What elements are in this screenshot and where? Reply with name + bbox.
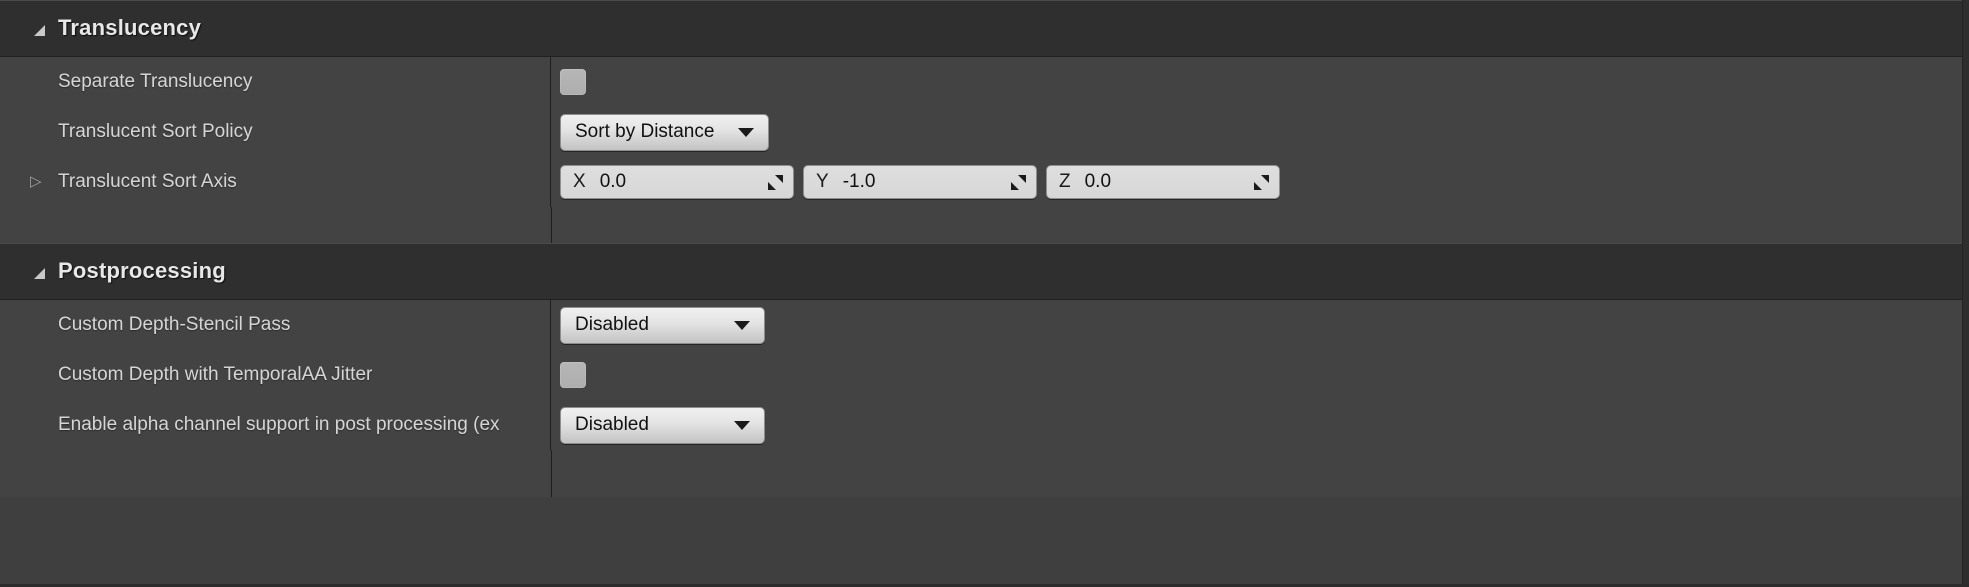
column-divider [551, 450, 552, 497]
section-header-postprocessing[interactable]: Postprocessing [0, 243, 1969, 300]
property-name-cell: Enable alpha channel support in post pro… [0, 400, 551, 450]
panel-scrollbar-track[interactable] [1962, 0, 1969, 587]
row-custom-depth-temporalaa-jitter: Custom Depth with TemporalAA Jitter [0, 350, 1969, 400]
property-value-cell: Sort by Distance [551, 107, 1969, 157]
axis-label-y: Y [816, 171, 829, 192]
property-label-enable-alpha-channel-support: Enable alpha channel support in post pro… [58, 414, 500, 435]
row-translucent-sort-policy: Translucent Sort Policy Sort by Distance [0, 107, 1969, 157]
dropdown-translucent-sort-policy[interactable]: Sort by Distance [560, 113, 770, 151]
dropdown-selected-value: Disabled [575, 414, 649, 435]
row-separate-translucency: Separate Translucency [0, 57, 1969, 107]
property-value-cell [551, 350, 1969, 400]
vector-field-x[interactable]: X 0.0 [560, 165, 794, 199]
dropdown-selected-value: Sort by Distance [575, 121, 715, 142]
axis-label-z: Z [1059, 171, 1071, 192]
property-name-cell: ▷ Translucent Sort Axis [0, 157, 551, 207]
property-label-custom-depth-temporalaa-jitter: Custom Depth with TemporalAA Jitter [58, 364, 373, 385]
details-properties-panel: Translucency Separate Translucency Trans… [0, 0, 1969, 587]
property-name-cell: Custom Depth-Stencil Pass [0, 300, 551, 350]
vector-field-y[interactable]: Y -1.0 [803, 165, 1037, 199]
dropdown-enable-alpha-channel-support[interactable]: Disabled [560, 406, 765, 444]
section-rows-postprocessing: Custom Depth-Stencil Pass Disabled Custo… [0, 300, 1969, 497]
triangle-down-icon[interactable] [34, 24, 45, 36]
section-header-translucency[interactable]: Translucency [0, 0, 1969, 57]
triangle-down-icon[interactable] [34, 267, 45, 279]
panel-bottom-filler [0, 450, 1969, 497]
row-enable-alpha-channel-support: Enable alpha channel support in post pro… [0, 400, 1969, 450]
chevron-down-icon [738, 127, 755, 137]
property-value-cell [551, 57, 1969, 107]
checkbox-custom-depth-temporalaa-jitter[interactable] [560, 362, 586, 388]
drag-grip-icon[interactable] [1254, 174, 1269, 190]
vector-input-group: X 0.0 Y -1.0 Z 0.0 [560, 165, 1280, 199]
row-custom-depth-stencil-pass: Custom Depth-Stencil Pass Disabled [0, 300, 1969, 350]
property-label-translucent-sort-policy: Translucent Sort Policy [58, 121, 253, 142]
chevron-down-icon [734, 320, 750, 330]
section-rows-translucency: Separate Translucency Translucent Sort P… [0, 57, 1969, 243]
property-label-translucent-sort-axis: Translucent Sort Axis [58, 171, 237, 192]
property-name-cell: Custom Depth with TemporalAA Jitter [0, 350, 551, 400]
property-name-cell: Translucent Sort Policy [0, 107, 551, 157]
section-title-postprocessing: Postprocessing [58, 258, 226, 283]
vector-value-x: 0.0 [599, 171, 627, 192]
property-value-cell: Disabled [551, 300, 1969, 350]
section-title-translucency: Translucency [58, 15, 202, 40]
property-label-custom-depth-stencil-pass: Custom Depth-Stencil Pass [58, 314, 291, 335]
axis-label-x: X [573, 171, 586, 192]
section-spacer-translucency [0, 207, 1969, 243]
row-translucent-sort-axis: ▷ Translucent Sort Axis X 0.0 Y -1.0 Z 0… [0, 157, 1969, 207]
dropdown-custom-depth-stencil-pass[interactable]: Disabled [560, 306, 765, 344]
property-label-separate-translucency: Separate Translucency [58, 71, 253, 92]
vector-value-z: 0.0 [1084, 171, 1112, 192]
column-divider [551, 207, 552, 243]
property-name-cell: Separate Translucency [0, 57, 551, 107]
vector-field-z[interactable]: Z 0.0 [1046, 165, 1280, 199]
triangle-right-icon[interactable]: ▷ [29, 172, 45, 190]
vector-value-y: -1.0 [842, 171, 876, 192]
property-value-cell: X 0.0 Y -1.0 Z 0.0 [551, 157, 1969, 207]
property-value-cell: Disabled [551, 400, 1969, 450]
dropdown-selected-value: Disabled [575, 314, 649, 335]
triangle-right-glyph: ▷ [30, 172, 42, 190]
checkbox-separate-translucency[interactable] [560, 69, 586, 95]
drag-grip-icon[interactable] [768, 174, 783, 190]
drag-grip-icon[interactable] [1011, 174, 1026, 190]
chevron-down-icon [734, 420, 750, 430]
